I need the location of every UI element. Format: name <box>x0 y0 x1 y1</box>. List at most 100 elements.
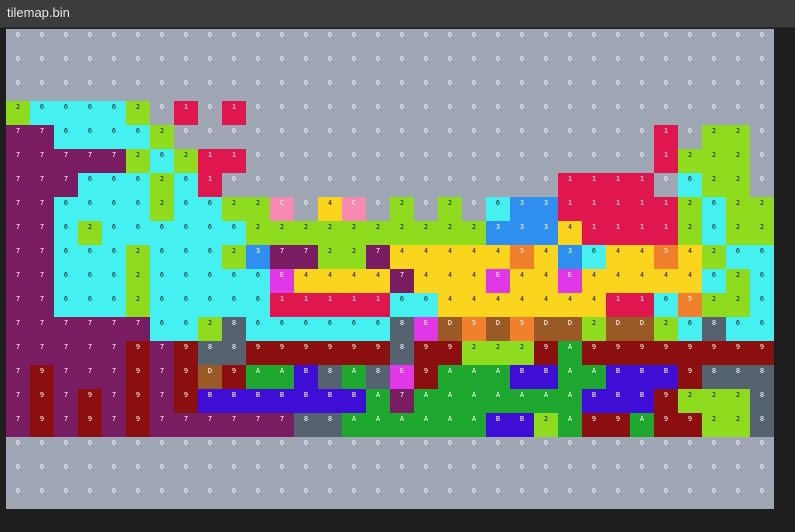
tile-cell[interactable]: 7 <box>30 269 54 293</box>
tile-cell[interactable]: 0 <box>510 461 534 485</box>
tile-cell[interactable]: 9 <box>30 365 54 389</box>
tile-cell[interactable]: C <box>270 197 294 221</box>
tile-cell[interactable]: 0 <box>6 437 30 461</box>
tile-cell[interactable]: 0 <box>438 485 462 509</box>
tile-cell[interactable]: 2 <box>342 221 366 245</box>
tile-cell[interactable]: 0 <box>582 77 606 101</box>
tile-cell[interactable]: 0 <box>678 101 702 125</box>
tile-cell[interactable]: 0 <box>54 485 78 509</box>
tile-cell[interactable]: 0 <box>678 29 702 53</box>
tile-cell[interactable]: 0 <box>174 125 198 149</box>
tile-cell[interactable]: 0 <box>606 125 630 149</box>
tile-cell[interactable]: 2 <box>198 317 222 341</box>
tile-cell[interactable]: 0 <box>582 125 606 149</box>
tile-cell[interactable]: E <box>270 269 294 293</box>
tile-cell[interactable]: 0 <box>270 149 294 173</box>
tile-cell[interactable]: 6 <box>54 125 78 149</box>
tile-cell[interactable]: 0 <box>678 437 702 461</box>
tile-cell[interactable]: 3 <box>510 221 534 245</box>
tile-cell[interactable]: 5 <box>678 293 702 317</box>
tile-cell[interactable]: 0 <box>390 437 414 461</box>
tile-cell[interactable]: 2 <box>318 221 342 245</box>
tile-cell[interactable]: 0 <box>102 485 126 509</box>
tile-cell[interactable]: 7 <box>30 245 54 269</box>
tile-cell[interactable]: 9 <box>606 341 630 365</box>
tile-cell[interactable]: B <box>294 365 318 389</box>
tile-cell[interactable]: 0 <box>630 53 654 77</box>
tile-cell[interactable]: 0 <box>318 29 342 53</box>
tile-cell[interactable]: 2 <box>702 413 726 437</box>
tile-cell[interactable]: 0 <box>174 485 198 509</box>
tile-cell[interactable]: 9 <box>294 341 318 365</box>
tile-cell[interactable]: 6 <box>294 317 318 341</box>
tile-cell[interactable]: 0 <box>246 29 270 53</box>
tile-cell[interactable]: 0 <box>510 101 534 125</box>
tile-cell[interactable]: 0 <box>366 461 390 485</box>
tile-cell[interactable]: 6 <box>78 173 102 197</box>
tile-cell[interactable]: 0 <box>606 101 630 125</box>
tile-cell[interactable]: A <box>486 365 510 389</box>
tile-cell[interactable]: 0 <box>6 461 30 485</box>
tile-cell[interactable]: 6 <box>702 269 726 293</box>
tile-cell[interactable]: 0 <box>222 53 246 77</box>
tile-cell[interactable]: 7 <box>102 413 126 437</box>
tile-cell[interactable]: 1 <box>630 293 654 317</box>
tile-cell[interactable]: 0 <box>126 461 150 485</box>
tile-cell[interactable]: 7 <box>6 149 30 173</box>
tile-cell[interactable]: 6 <box>54 245 78 269</box>
tile-cell[interactable]: B <box>510 413 534 437</box>
tile-cell[interactable]: 0 <box>318 125 342 149</box>
tile-cell[interactable]: 1 <box>198 149 222 173</box>
tile-cell[interactable]: 9 <box>174 389 198 413</box>
tile-cell[interactable]: 6 <box>198 245 222 269</box>
tile-cell[interactable]: 7 <box>174 413 198 437</box>
tile-cell[interactable]: 0 <box>414 173 438 197</box>
tile-cell[interactable]: 4 <box>462 293 486 317</box>
tile-cell[interactable]: 7 <box>6 413 30 437</box>
tile-cell[interactable]: A <box>558 365 582 389</box>
tile-cell[interactable]: 0 <box>702 29 726 53</box>
tile-cell[interactable]: 0 <box>270 437 294 461</box>
tile-cell[interactable]: A <box>486 389 510 413</box>
tile-cell[interactable]: 0 <box>6 77 30 101</box>
tile-cell[interactable]: 0 <box>630 437 654 461</box>
tile-cell[interactable]: 4 <box>366 269 390 293</box>
tile-cell[interactable]: 7 <box>6 317 30 341</box>
tile-cell[interactable]: 0 <box>558 53 582 77</box>
tile-cell[interactable]: 0 <box>78 437 102 461</box>
tile-cell[interactable]: 0 <box>606 53 630 77</box>
tile-cell[interactable]: 0 <box>150 461 174 485</box>
tile-cell[interactable]: 2 <box>390 197 414 221</box>
tile-cell[interactable]: 0 <box>246 77 270 101</box>
tile-cell[interactable]: A <box>462 365 486 389</box>
tile-cell[interactable]: 0 <box>318 101 342 125</box>
tile-cell[interactable]: 7 <box>6 173 30 197</box>
tile-cell[interactable]: 2 <box>726 293 750 317</box>
tile-cell[interactable]: 1 <box>318 293 342 317</box>
tile-cell[interactable]: 0 <box>510 173 534 197</box>
tile-cell[interactable]: 7 <box>78 149 102 173</box>
tile-cell[interactable]: A <box>438 389 462 413</box>
tile-cell[interactable]: B <box>486 413 510 437</box>
tile-cell[interactable]: 7 <box>54 365 78 389</box>
tile-cell[interactable]: 0 <box>462 53 486 77</box>
tile-cell[interactable]: 2 <box>678 389 702 413</box>
tile-cell[interactable]: B <box>630 365 654 389</box>
tile-cell[interactable]: 0 <box>582 101 606 125</box>
tile-cell[interactable]: 0 <box>222 485 246 509</box>
tile-cell[interactable]: 4 <box>438 293 462 317</box>
tile-cell[interactable]: D <box>606 317 630 341</box>
tile-cell[interactable]: A <box>342 413 366 437</box>
tile-cell[interactable]: 0 <box>54 437 78 461</box>
tile-cell[interactable]: 6 <box>174 221 198 245</box>
tile-cell[interactable]: 6 <box>726 245 750 269</box>
tile-cell[interactable]: 8 <box>750 413 774 437</box>
tile-cell[interactable]: 8 <box>390 317 414 341</box>
tile-cell[interactable]: 2 <box>750 221 774 245</box>
tile-cell[interactable]: 2 <box>222 245 246 269</box>
tile-cell[interactable]: 0 <box>54 53 78 77</box>
tile-cell[interactable]: 6 <box>102 269 126 293</box>
tile-cell[interactable]: 4 <box>438 245 462 269</box>
tile-cell[interactable]: 9 <box>30 413 54 437</box>
tile-cell[interactable]: 0 <box>294 29 318 53</box>
